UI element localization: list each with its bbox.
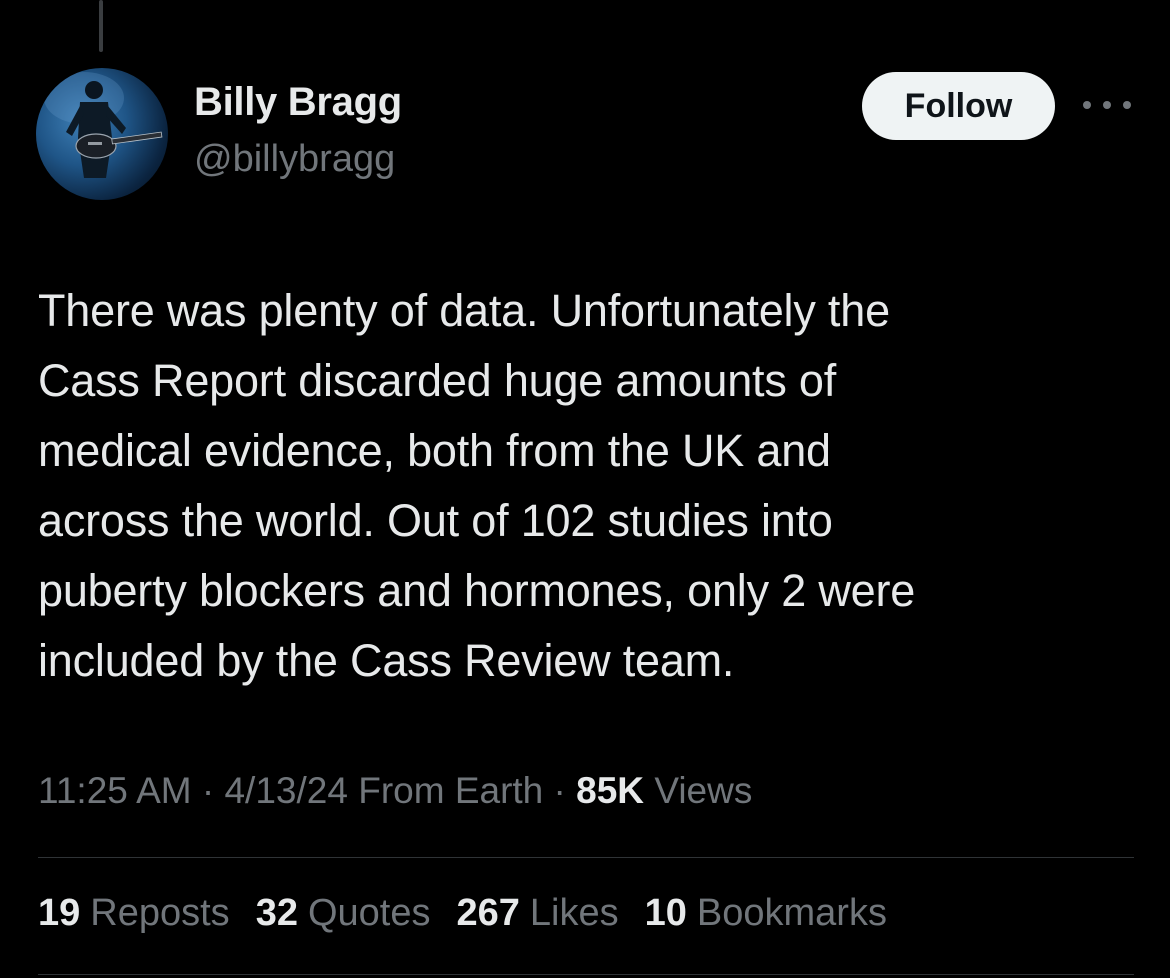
quotes-label: Quotes bbox=[307, 892, 431, 934]
stat-quotes[interactable]: 32 Quotes bbox=[256, 892, 431, 935]
dot bbox=[1103, 101, 1111, 109]
bookmarks-label: Bookmarks bbox=[696, 892, 887, 934]
views-label: Views bbox=[644, 770, 753, 811]
bookmarks-count: 10 bbox=[644, 892, 687, 934]
stat-reposts[interactable]: 19 Reposts bbox=[38, 892, 230, 935]
tweet-text: There was plenty of data. Unfortunately … bbox=[38, 285, 916, 686]
likes-label: Likes bbox=[529, 892, 619, 934]
avatar[interactable] bbox=[36, 68, 168, 200]
tweet-date[interactable]: 4/13/24 bbox=[224, 770, 347, 811]
divider bbox=[38, 857, 1134, 858]
dot bbox=[1123, 101, 1131, 109]
tweet-time[interactable]: 11:25 AM bbox=[38, 770, 192, 811]
views-count[interactable]: 85K bbox=[576, 770, 644, 811]
more-options-icon[interactable] bbox=[1083, 90, 1131, 120]
reposts-count: 19 bbox=[38, 892, 81, 934]
dot bbox=[1083, 101, 1091, 109]
tweet-meta: 11:25 AM · 4/13/24 From Earth · 85K View… bbox=[38, 770, 752, 812]
stat-bookmarks[interactable]: 10 Bookmarks bbox=[645, 892, 887, 935]
engagement-stats: 19 Reposts 32 Quotes 267 Likes 10 Bookmarks bbox=[38, 892, 913, 935]
follow-button[interactable]: Follow bbox=[862, 72, 1055, 140]
quotes-count: 32 bbox=[255, 892, 298, 934]
avatar-photo bbox=[44, 72, 163, 178]
tweet-location: From Earth bbox=[347, 770, 544, 811]
likes-count: 267 bbox=[456, 892, 520, 934]
meta-separator: · bbox=[543, 770, 577, 811]
reposts-label: Reposts bbox=[90, 892, 230, 934]
meta-separator: · bbox=[191, 770, 225, 811]
author-display-name[interactable]: Billy Bragg bbox=[194, 80, 402, 125]
thread-connector-line bbox=[99, 0, 103, 52]
divider bbox=[38, 974, 1134, 975]
author-handle[interactable]: @billybragg bbox=[194, 138, 395, 181]
stat-likes[interactable]: 267 Likes bbox=[457, 892, 619, 935]
